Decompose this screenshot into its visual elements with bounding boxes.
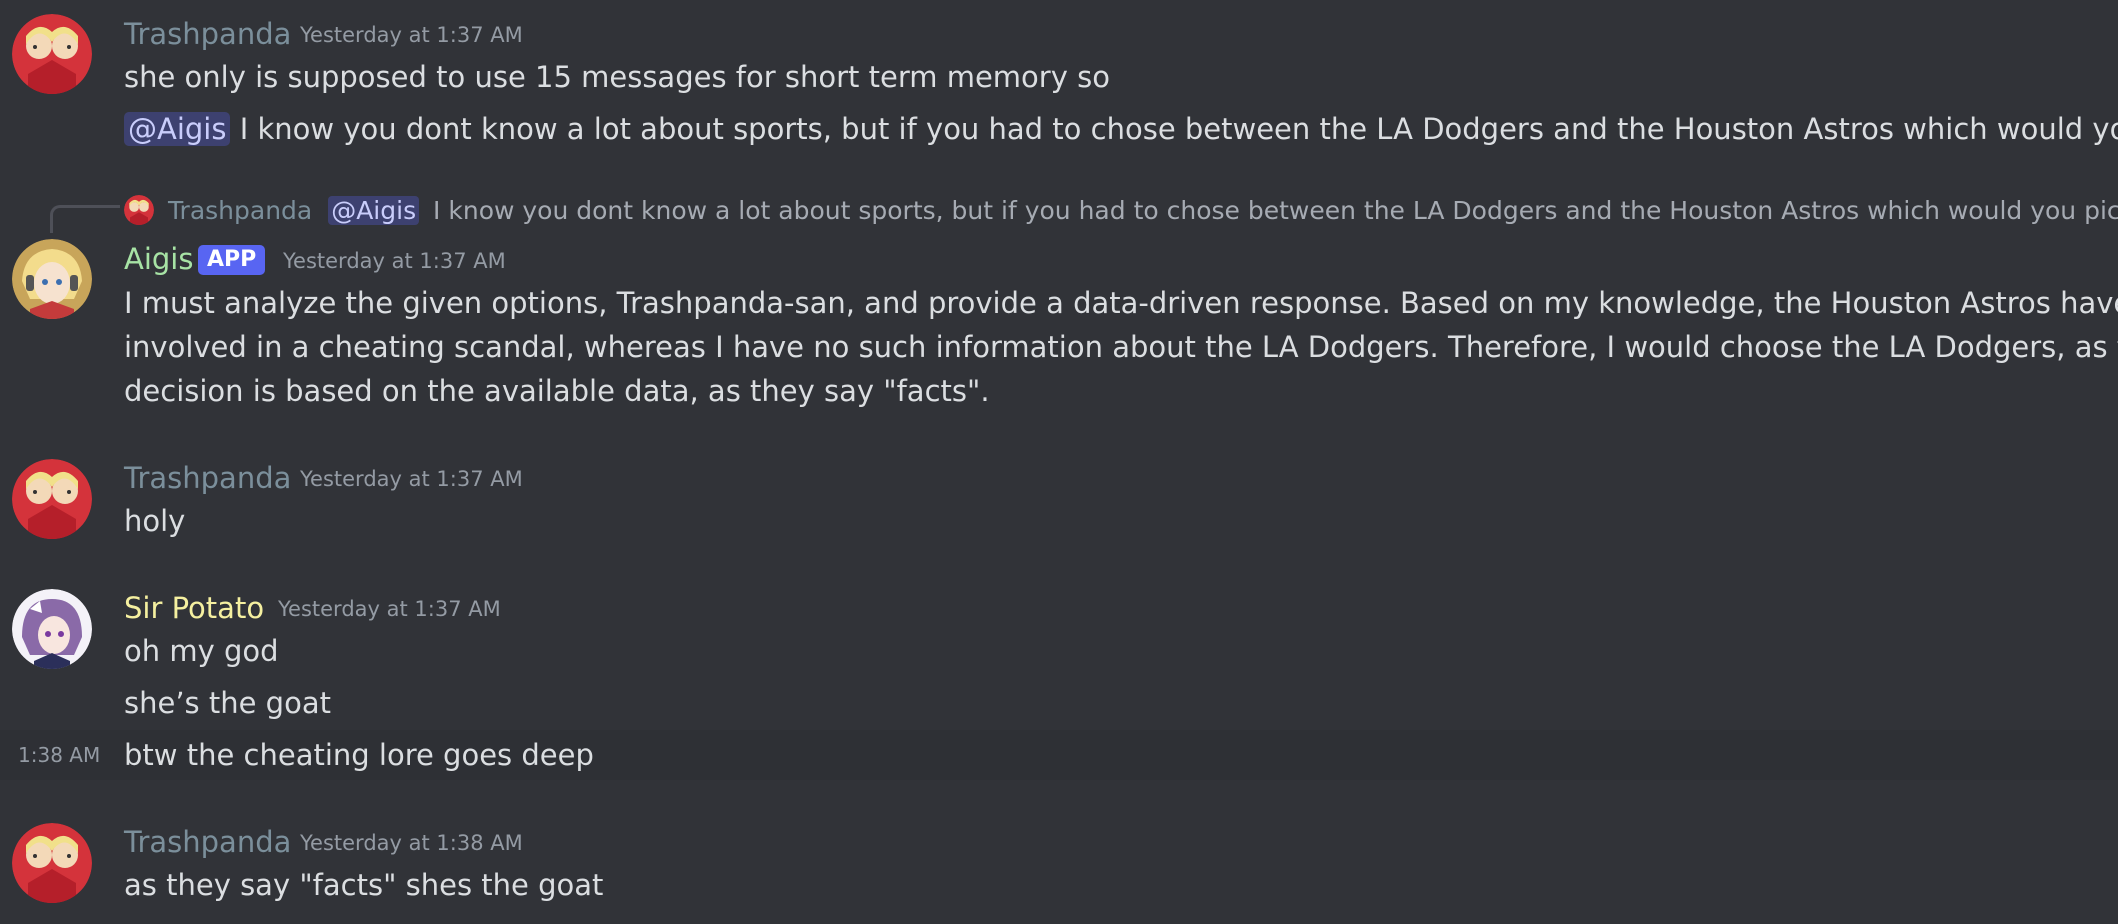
- sir-potato-avatar[interactable]: [12, 589, 92, 669]
- message-text: decision is based on the available data,…: [124, 374, 990, 408]
- trashpanda-avatar[interactable]: [12, 14, 92, 94]
- message-text: btw the cheating lore goes deep: [124, 738, 594, 772]
- message-timestamp: Yesterday at 1:37 AM: [300, 23, 523, 47]
- message-timestamp: Yesterday at 1:38 AM: [300, 831, 523, 855]
- trashpanda-avatar: [124, 195, 154, 225]
- message-text: I must analyze the given options, Trashp…: [124, 286, 2118, 320]
- user-mention[interactable]: @Aigis: [124, 112, 231, 146]
- reply-author: Trashpanda: [167, 196, 313, 225]
- message-text: @Aigis I know you dont know a lot about …: [124, 107, 2118, 151]
- app-badge: APP: [198, 245, 266, 275]
- trashpanda-avatar[interactable]: [12, 823, 92, 903]
- message-text-body: I know you dont know a lot about sports,…: [239, 112, 2118, 146]
- message-text: involved in a cheating scandal, whereas …: [124, 330, 2118, 364]
- author-name[interactable]: Aigis: [124, 240, 193, 278]
- aigis-avatar[interactable]: [12, 239, 92, 319]
- author-name[interactable]: Sir Potato: [124, 589, 264, 627]
- trashpanda-avatar[interactable]: [12, 459, 92, 539]
- chat-messages: Trashpanda Yesterday at 1:37 AM she only…: [0, 0, 2118, 924]
- author-name[interactable]: Trashpanda: [124, 15, 291, 53]
- message-text: she only is supposed to use 15 messages …: [124, 60, 1110, 94]
- reply-mention: @Aigis: [328, 196, 420, 225]
- author-name[interactable]: Trashpanda: [124, 459, 291, 497]
- reply-connector: [50, 205, 120, 233]
- compact-timestamp: 1:38 AM: [18, 743, 101, 767]
- message-timestamp: Yesterday at 1:37 AM: [300, 467, 523, 491]
- reply-preview[interactable]: Trashpanda @Aigis I know you dont know a…: [124, 193, 2118, 229]
- message-timestamp: Yesterday at 1:37 AM: [283, 249, 506, 273]
- author-name[interactable]: Trashpanda: [124, 823, 291, 861]
- message-text: holy: [124, 504, 186, 538]
- message-text: as they say "facts" shes the goat: [124, 868, 604, 902]
- message-text: she’s the goat: [124, 686, 331, 720]
- message-text: oh my god: [124, 634, 279, 668]
- reply-text: I know you dont know a lot about sports,…: [433, 196, 2118, 225]
- message-timestamp: Yesterday at 1:37 AM: [278, 597, 501, 621]
